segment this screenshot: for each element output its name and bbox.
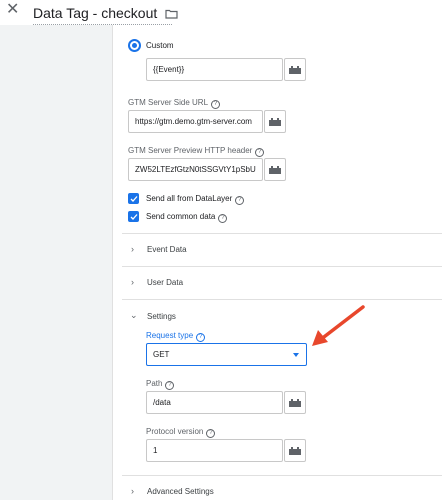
path-input[interactable]: /data <box>146 391 283 414</box>
dropdown-arrow-icon <box>293 353 299 357</box>
preview-header-input[interactable]: ZW52LTEzfGtzN0tSSGVtY1pSbU <box>128 158 263 181</box>
path-label-text: Path <box>146 379 163 388</box>
send-common-data-text: Send common data <box>146 212 216 221</box>
variable-picker-button-header[interactable] <box>264 158 286 181</box>
chevron-right-icon[interactable]: › <box>131 486 134 496</box>
variable-picker-button-event[interactable] <box>284 58 306 81</box>
divider <box>122 475 442 476</box>
brick-icon <box>289 398 301 407</box>
protocol-version-input[interactable]: 1 <box>146 439 283 462</box>
section-advanced-settings[interactable]: Advanced Settings <box>147 487 214 496</box>
help-icon[interactable]: ? <box>211 100 221 109</box>
top-bar: ✕ Data Tag - checkout <box>0 0 442 25</box>
brick-icon <box>269 117 281 126</box>
send-all-datalayer-label: Send all from DataLayer? <box>146 194 245 205</box>
preview-header-label: GTM Server Preview HTTP header? <box>128 146 265 157</box>
variable-picker-button-url[interactable] <box>264 110 286 133</box>
help-icon[interactable]: ? <box>255 148 265 157</box>
check-icon <box>130 213 137 220</box>
help-icon[interactable]: ? <box>206 429 216 438</box>
send-common-data-checkbox[interactable] <box>128 211 139 222</box>
title-row: Data Tag - checkout <box>33 2 178 24</box>
chevron-right-icon[interactable]: › <box>131 277 134 287</box>
preview-header-label-text: GTM Server Preview HTTP header <box>128 146 253 155</box>
help-icon[interactable]: ? <box>235 196 245 205</box>
send-common-data-label: Send common data? <box>146 212 228 223</box>
protocol-version-label-text: Protocol version <box>146 427 204 436</box>
send-all-datalayer-checkbox[interactable] <box>128 193 139 204</box>
custom-label: Custom <box>146 41 174 50</box>
brick-icon <box>269 165 281 174</box>
server-url-label-text: GTM Server Side URL <box>128 98 209 107</box>
help-icon[interactable]: ? <box>165 381 175 390</box>
chevron-right-icon[interactable]: › <box>131 244 134 254</box>
help-icon[interactable]: ? <box>196 333 206 342</box>
section-user-data[interactable]: User Data <box>147 278 183 287</box>
protocol-version-label: Protocol version? <box>146 427 216 438</box>
event-name-input[interactable]: {{Event}} <box>146 58 283 81</box>
close-icon[interactable]: ✕ <box>6 2 22 18</box>
page-title[interactable]: Data Tag - checkout <box>33 5 157 21</box>
request-type-label: Request type? <box>146 331 206 342</box>
left-panel <box>0 25 112 500</box>
help-icon[interactable]: ? <box>218 214 228 223</box>
server-url-label: GTM Server Side URL? <box>128 98 221 109</box>
request-type-value: GET <box>153 350 170 359</box>
variable-picker-button-path[interactable] <box>284 391 306 414</box>
section-settings[interactable]: Settings <box>147 312 176 321</box>
path-label: Path? <box>146 379 175 390</box>
request-type-select[interactable]: GET <box>146 343 307 366</box>
divider <box>122 299 442 300</box>
variable-picker-button-protocol[interactable] <box>284 439 306 462</box>
send-all-datalayer-text: Send all from DataLayer <box>146 194 233 203</box>
brick-icon <box>289 446 301 455</box>
brick-icon <box>289 65 301 74</box>
annotation-arrow <box>312 305 365 346</box>
server-url-input[interactable]: https://gtm.demo.gtm-server.com <box>128 110 263 133</box>
divider <box>122 233 442 234</box>
request-type-label-text: Request type <box>146 331 194 340</box>
chevron-down-icon[interactable]: ⌄ <box>130 310 138 321</box>
custom-radio[interactable] <box>128 39 141 52</box>
section-event-data[interactable]: Event Data <box>147 245 187 254</box>
divider <box>122 266 442 267</box>
check-icon <box>130 195 137 202</box>
folder-icon[interactable] <box>165 8 178 19</box>
